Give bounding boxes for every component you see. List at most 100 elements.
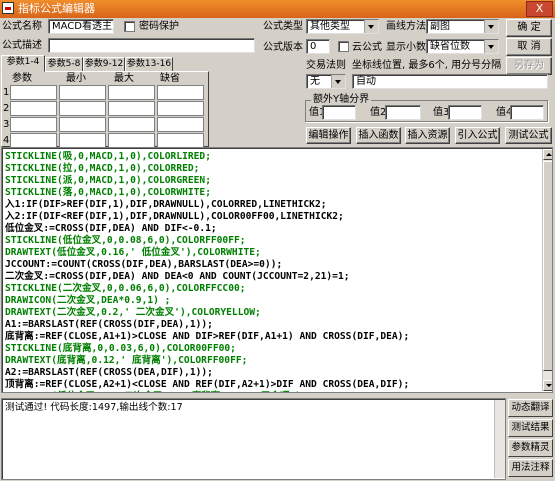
param-default-cell[interactable] [157,133,204,148]
code-line: 二次金叉:=CROSS(DIF,DEA) AND DEA<0 AND COUNT… [5,271,350,283]
code-token: STICKLINE(拉,0,MACD,1,0),COLORRED; [5,163,200,174]
param-default-cell[interactable] [157,85,204,100]
param-wizard-button[interactable]: 参数精灵 [508,439,553,457]
param-name-cell[interactable] [10,133,57,148]
tab-params-5-8[interactable]: 参数5-8 [45,57,83,72]
code-line: 入2:IF(DIF<REF(DIF,1),DIF,DRAWNULL),COLOR… [5,211,344,223]
tab-params-13-16[interactable]: 参数13-16 [125,57,173,72]
formula-type-select[interactable]: 其他类型 [306,19,379,34]
chevron-down-icon[interactable] [331,75,345,88]
test-result-button[interactable]: 测试结果 [508,419,553,437]
formula-type-value: 其他类型 [310,21,350,32]
param-default-cell[interactable] [157,101,204,116]
code-line: STICKLINE(吸,0,MACD,1,0),COLORLIRED; [5,151,211,163]
code-token: STICKLINE(二次金叉,0,0.06,6,0),COLORFFCC00; [5,283,246,294]
edit-operations-button[interactable]: 编辑操作 [306,127,351,144]
code-line: 顶背离:=REF(CLOSE,A2+1)<CLOSE AND REF(DIF,A… [5,379,409,391]
formula-version-input[interactable]: 0 [306,39,330,54]
cancel-button[interactable]: 取 消 [506,38,552,56]
param-name-cell[interactable] [10,85,57,100]
formula-name-input[interactable]: MACD看透主力 [48,19,114,34]
usage-notes-button[interactable]: 用法注释 [508,459,553,477]
param-name-cell[interactable] [10,101,57,116]
chevron-down-icon[interactable] [484,40,498,53]
code-line: 低位金叉:=CROSS(DIF,DEA) AND DIF<-0.1; [5,223,217,235]
formula-desc-input[interactable] [48,38,255,53]
param-min-cell[interactable] [59,85,106,100]
insert-resource-button[interactable]: 插入资源 [405,127,450,144]
test-formula-button[interactable]: 测试公式 [505,127,552,144]
ok-button[interactable]: 确 定 [506,19,552,37]
scroll-up-arrow-icon[interactable] [543,149,552,160]
code-token: STICKLINE(派,0,MACD,1,0),COLORGREEN; [5,175,211,186]
param-min-cell[interactable] [59,133,106,148]
coord-line-label: 坐标线位置, 最多6个, 用分号分隔 [352,60,502,71]
splitter[interactable] [0,394,555,397]
code-line: A1:=BARSLAST(REF(CROSS(DIF,DEA),1)); [5,319,213,331]
insert-function-button[interactable]: 插入函数 [356,127,401,144]
close-button[interactable]: X [526,1,553,17]
code-line: DRAWTEXT(低位金叉 AND 二次金叉 AND 底背离,0.25,'三全项… [5,391,440,392]
output-scrollbar[interactable] [494,400,505,478]
code-line: DRAWTEXT(低位金叉,0.16,' 低位金叉'),COLORWHITE; [5,247,261,259]
formula-desc-label: 公式描述 [2,40,42,51]
code-token: A1:=BARSLAST(REF(CROSS(DIF,DEA),1)); [5,319,213,330]
param-max-cell[interactable] [108,101,155,116]
code-line: DRAWICON(二次金叉,DEA*0.9,1) ; [5,295,170,307]
import-formula-button[interactable]: 引入公式 [455,127,500,144]
code-token: 入2:IF(DIF<REF(DIF,1),DIF,DRAWNULL),COLOR… [5,211,344,222]
app-icon [2,2,14,14]
cloud-formula-checkbox[interactable] [338,41,349,52]
code-line: JCCOUNT:=COUNT(CROSS(DIF,DEA),BARSLAST(D… [5,259,282,271]
y-value-2-input[interactable] [385,105,421,120]
param-max-cell[interactable] [108,117,155,132]
y-value-3-input[interactable] [448,105,482,120]
param-header-name: 参数 [12,73,32,84]
param-min-cell[interactable] [59,101,106,116]
code-token: DRAWICON(二次金叉,DEA*0.9,1) ; [5,295,171,306]
code-token: STICKLINE(底背离,0,0.03,6,0),COLOR00FF00; [5,343,236,354]
code-token: 二次金叉:=CROSS(DIF,DEA) AND DEA<0 AND COUNT… [5,271,350,282]
param-default-cell[interactable] [157,117,204,132]
scroll-down-arrow-icon[interactable] [543,380,552,391]
param-name-cell[interactable] [10,117,57,132]
coord-line-input[interactable]: 自动 [352,74,548,89]
editor-scrollbar[interactable] [542,149,552,391]
scroll-thumb[interactable] [543,161,552,371]
test-output-text: 测试通过! 代码长度:1497,输出线个数:17 [5,402,183,413]
code-line: DRAWTEXT(二次金叉,0.2,' 二次金叉'),COLORYELLOW; [5,307,261,319]
code-token: 底背离:=REF(CLOSE,A1+1)>CLOSE AND DIF>REF(D… [5,331,410,342]
param-header-max: 最大 [114,73,134,84]
code-token: STICKLINE(吸,0,MACD,1,0),COLORLIRED; [5,151,211,162]
code-token: 顶背离:=REF(CLOSE,A2+1)<CLOSE AND REF(DIF,A… [5,379,410,390]
tab-params-9-12[interactable]: 参数9-12 [83,57,125,72]
trade-rule-value: 无 [310,76,320,87]
code-line: STICKLINE(拉,0,MACD,1,0),COLORRED; [5,163,199,175]
param-max-cell[interactable] [108,85,155,100]
y-value-4-input[interactable] [510,105,544,120]
y-value-1-input[interactable] [322,105,356,120]
code-line: A2:=BARSLAST(REF(CROSS(DEA,DIF),1)); [5,367,213,379]
decimals-select[interactable]: 缺省位数 [426,39,499,54]
chevron-down-icon[interactable] [484,20,498,33]
draw-method-select[interactable]: 副图 [426,19,499,34]
param-min-cell[interactable] [59,117,106,132]
y-value-3-label: 值3 [433,107,450,118]
password-label: 密码保护 [139,21,179,32]
y-value-2-label: 值2 [370,107,387,118]
code-editor[interactable]: STICKLINE(吸,0,MACD,1,0),COLORLIRED; STICK… [1,147,553,393]
tab-params-1-4[interactable]: 参数1-4 [1,55,45,72]
code-token: A2:=BARSLAST(REF(CROSS(DEA,DIF),1)); [5,367,213,378]
code-token: STICKLINE(低位金叉,0,0.08,6,0),COLORFF00FF; [5,235,246,246]
trade-rule-label: 交易法则 [306,60,346,71]
chevron-down-icon[interactable] [364,20,378,33]
formula-name-label: 公式名称 [2,21,42,32]
save-as-button[interactable]: 另存为 [506,57,552,75]
code-line: STICKLINE(落,0,MACD,1,0),COLORWHITE; [5,187,211,199]
code-line: STICKLINE(二次金叉,0,0.06,6,0),COLORFFCC00; [5,283,246,295]
password-checkbox[interactable] [124,21,135,32]
trade-rule-select[interactable]: 无 [306,74,346,89]
window-title: 指标公式编辑器 [18,2,95,15]
dynamic-translate-button[interactable]: 动态翻译 [508,399,553,417]
param-max-cell[interactable] [108,133,155,148]
